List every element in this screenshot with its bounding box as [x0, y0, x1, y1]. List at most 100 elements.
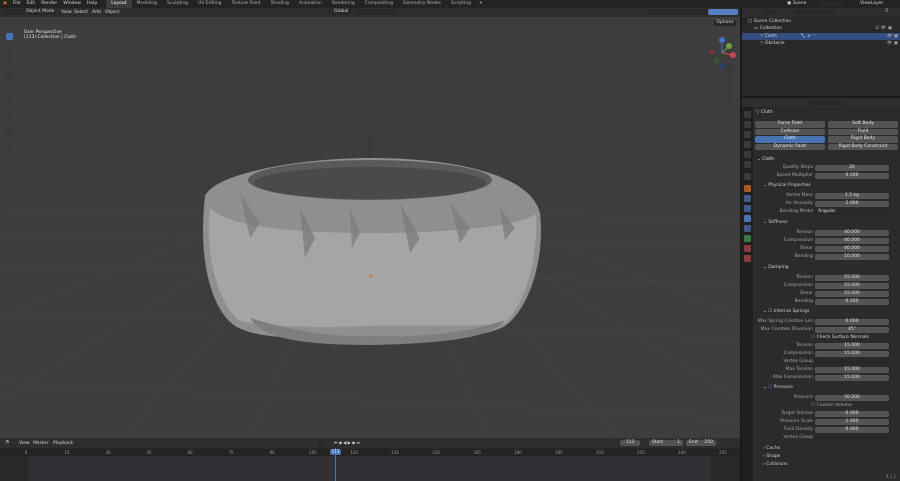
- collection-tab-icon[interactable]: [744, 173, 751, 180]
- menu-render[interactable]: Render: [38, 0, 60, 8]
- pan-hand-icon[interactable]: [726, 74, 733, 81]
- pressure-scale-field[interactable]: 1.000: [815, 418, 889, 425]
- view-layer-selector[interactable]: ViewLayer: [860, 0, 883, 8]
- playback-controls[interactable]: ⏮ ◆ ◀ ▶ ◆ ⏭: [334, 440, 388, 446]
- cloth-button[interactable]: Cloth: [755, 136, 825, 143]
- pressure-vertex-group-field[interactable]: [815, 434, 889, 441]
- menu-window[interactable]: Window: [60, 0, 84, 8]
- jump-start-icon[interactable]: ⏮: [334, 440, 338, 445]
- menu-file[interactable]: File: [10, 0, 24, 8]
- stiffness-compression-field[interactable]: 40.000: [815, 237, 889, 244]
- physical-properties-header[interactable]: ⌄ Physical Properties: [763, 182, 893, 189]
- transform-orientation[interactable]: Global: [328, 9, 352, 15]
- modifiers-tab-icon[interactable]: [744, 195, 751, 202]
- jump-end-icon[interactable]: ⏭: [356, 440, 360, 445]
- cloth-panel-header[interactable]: ⌄ Cloth: [757, 156, 893, 163]
- rigid-body-button[interactable]: Rigid Body: [828, 136, 898, 143]
- tab-uv-editing[interactable]: UV Editing: [193, 0, 226, 8]
- material-tab-icon[interactable]: [744, 245, 751, 252]
- fluid-density-field[interactable]: 0.000: [815, 426, 889, 433]
- 3d-viewport[interactable]: Object Mode View Select Add Object Globa…: [0, 8, 740, 438]
- stiffness-bending-field[interactable]: 10.000: [815, 253, 889, 260]
- start-frame-field[interactable]: Start 1: [649, 440, 683, 446]
- stiffness-header[interactable]: ⌄ Stiffness: [763, 219, 893, 226]
- tab-geometry-nodes[interactable]: Geometry Nodes: [398, 0, 446, 8]
- transform-icon[interactable]: [6, 98, 13, 105]
- timeline-editor-icon[interactable]: ◔: [5, 440, 9, 445]
- end-frame-field[interactable]: End 250: [686, 440, 716, 446]
- tab-texture-paint[interactable]: Texture Paint: [227, 0, 266, 8]
- cursor-icon[interactable]: [6, 46, 13, 53]
- options-button[interactable]: Options: [714, 20, 736, 26]
- collisions-header[interactable]: › Collisions: [763, 461, 893, 468]
- play-reverse-icon[interactable]: ◀: [343, 440, 346, 445]
- outliner-filter-dropdown[interactable]: [764, 10, 776, 15]
- tab-animation[interactable]: Animation: [294, 0, 327, 8]
- check-surface-normals-row[interactable]: ☑ Check Surface Normals: [811, 334, 869, 341]
- select-box-icon[interactable]: [6, 33, 13, 40]
- tab-layout[interactable]: Layout: [106, 0, 132, 8]
- internal-tension-field[interactable]: 15.000: [815, 342, 889, 349]
- add-cube-icon[interactable]: [6, 143, 13, 150]
- scale-icon[interactable]: [6, 85, 13, 92]
- damping-bending-field[interactable]: 0.500: [815, 298, 889, 305]
- tab-scripting[interactable]: Scripting: [446, 0, 476, 8]
- vertex-mass-field[interactable]: 1.5 kg: [815, 192, 889, 199]
- outliner-scene-collection[interactable]: ▢ Scene Collection: [748, 19, 791, 25]
- data-tab-icon[interactable]: [744, 235, 751, 242]
- dynamic-paint-button[interactable]: Dynamic Paint: [755, 143, 825, 150]
- tab-modeling[interactable]: Modeling: [132, 0, 162, 8]
- timeline-ruler[interactable]: [0, 449, 740, 456]
- fluid-button[interactable]: Fluid: [828, 128, 898, 135]
- pressure-field[interactable]: 50.000: [815, 394, 889, 401]
- object-tab-icon[interactable]: [744, 185, 751, 192]
- damping-header[interactable]: ⌄ Damping: [763, 264, 893, 271]
- next-key-icon[interactable]: ◆: [352, 440, 355, 445]
- playhead-label[interactable]: 113: [330, 449, 341, 455]
- add-workspace-icon[interactable]: +: [476, 0, 486, 8]
- outliner-filter-icon[interactable]: ⊽: [885, 9, 888, 14]
- snap-proportional-buttons[interactable]: [356, 9, 396, 15]
- timeline-menu-view[interactable]: View: [19, 441, 30, 446]
- internal-compression-field[interactable]: 15.000: [815, 350, 889, 357]
- viewport-menu-view[interactable]: View: [61, 10, 72, 15]
- scene-selector[interactable]: ▣ Scene: [787, 0, 806, 8]
- blender-logo-icon[interactable]: ◉: [0, 0, 10, 8]
- cloth-visibility-icons[interactable]: 👁 ▣: [887, 33, 898, 40]
- collection-visibility-icons[interactable]: ☑ 👁 ▣: [875, 26, 892, 32]
- view-layer-tab-icon[interactable]: [744, 141, 751, 148]
- tab-sculpting[interactable]: Sculpting: [162, 0, 193, 8]
- soft-body-button[interactable]: Soft Body: [828, 121, 898, 128]
- outliner-search-input[interactable]: [794, 10, 834, 15]
- tab-compositing[interactable]: Compositing: [360, 0, 398, 8]
- physics-tab-icon[interactable]: [744, 215, 751, 222]
- obstacle-visibility-icons[interactable]: 👁 ▣: [887, 40, 898, 47]
- menu-help[interactable]: Help: [84, 0, 100, 8]
- viewport-menu-add[interactable]: Add: [92, 10, 101, 15]
- tab-shading[interactable]: Shading: [266, 0, 294, 8]
- max-spring-len-field[interactable]: 0.000: [815, 318, 889, 325]
- internal-vertex-group-field[interactable]: [815, 358, 889, 365]
- measure-icon[interactable]: [6, 128, 13, 135]
- annotate-icon[interactable]: [6, 115, 13, 122]
- force-field-button[interactable]: Force Field: [755, 121, 825, 128]
- scene-tab-icon[interactable]: [744, 151, 751, 158]
- stiffness-tension-field[interactable]: 40.000: [815, 229, 889, 236]
- rotate-icon[interactable]: [6, 72, 13, 79]
- properties-search-input[interactable]: [809, 99, 841, 105]
- output-tab-icon[interactable]: [744, 131, 751, 138]
- menu-edit[interactable]: Edit: [23, 0, 38, 8]
- outliner-item-obstacle[interactable]: ▽ Obstacle 👁 ▣: [760, 40, 900, 47]
- stiffness-shear-field[interactable]: 40.000: [815, 245, 889, 252]
- play-icon[interactable]: ▶: [348, 440, 351, 445]
- constraints-tab-icon[interactable]: [744, 225, 751, 232]
- scene-field[interactable]: [818, 1, 843, 7]
- timeline-menu-playback[interactable]: Playback: [53, 441, 73, 446]
- viewport-menu-select[interactable]: Select: [74, 10, 88, 15]
- custom-volume-row[interactable]: ☐ Custom Volume: [811, 402, 852, 409]
- zoom-icon[interactable]: [726, 64, 733, 71]
- move-icon[interactable]: [6, 59, 13, 66]
- quality-steps-field[interactable]: 20: [815, 164, 889, 171]
- keyframe-record-button[interactable]: [318, 440, 324, 446]
- tab-rendering[interactable]: Rendering: [327, 0, 360, 8]
